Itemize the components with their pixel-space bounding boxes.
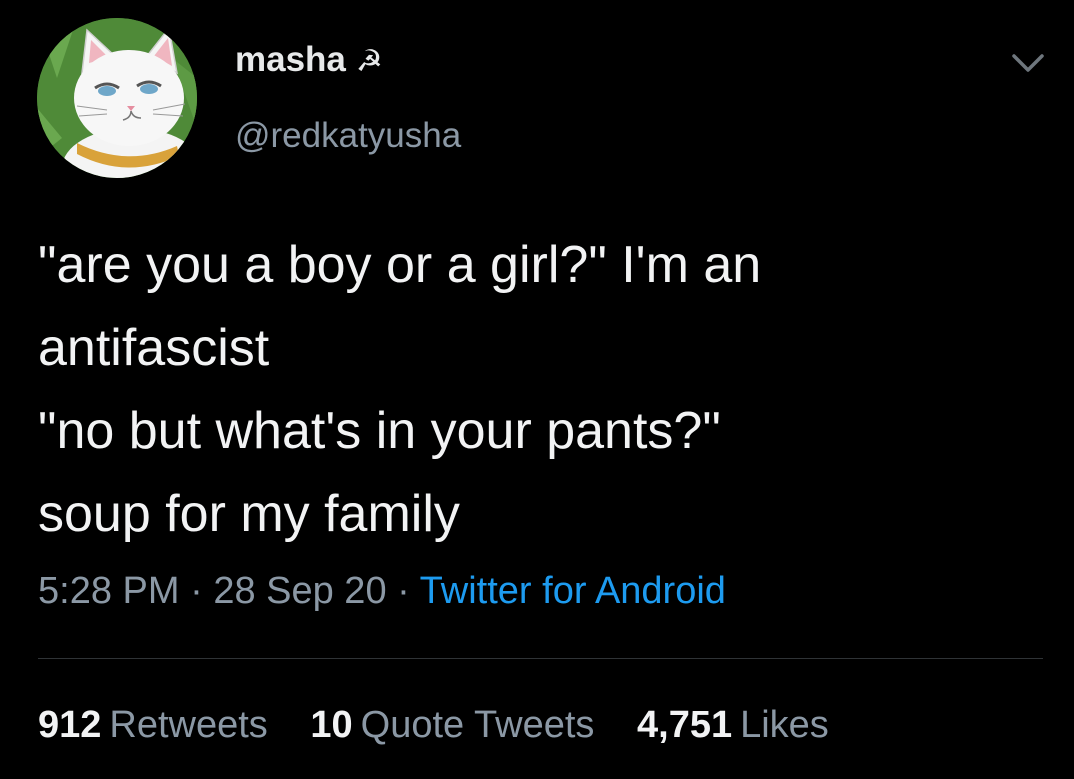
quotes-label: Quote Tweets [360,704,595,746]
user-handle[interactable]: @redkatyusha [235,116,461,156]
meta-separator: · [397,570,410,612]
likes-stat[interactable]: 4,751 Likes [637,704,829,746]
tweet-stats: 912 Retweets 10 Quote Tweets 4,751 Likes [38,704,861,747]
avatar[interactable] [37,18,197,178]
retweets-stat[interactable]: 912 Retweets [38,704,268,746]
tweet-line: antifascist [38,319,270,377]
meta-separator: · [190,570,203,612]
likes-count: 4,751 [637,704,733,746]
retweets-label: Retweets [109,704,268,746]
tweet-line: "are you a boy or a girl?" I'm an [38,236,762,294]
retweets-count: 912 [38,704,102,746]
display-name[interactable]: masha ☭ [235,40,383,80]
tweet: masha ☭ @redkatyusha "are you a boy or a … [0,0,1074,779]
white-cat-avatar-icon [37,18,197,178]
tweet-line: soup for my family [38,485,460,543]
tweet-date[interactable]: 28 Sep 20 [213,570,386,612]
likes-label: Likes [740,704,829,746]
display-name-text: masha [235,40,346,79]
quotes-count: 10 [310,704,353,746]
tweet-source-link[interactable]: Twitter for Android [420,570,726,612]
tweet-meta: 5:28 PM · 28 Sep 20 · Twitter for Androi… [38,570,726,613]
divider [38,658,1043,659]
hammer-sickle-icon: ☭ [355,45,383,78]
chevron-down-icon[interactable] [1008,48,1048,78]
quote-tweets-stat[interactable]: 10 Quote Tweets [310,704,594,746]
tweet-time[interactable]: 5:28 PM [38,570,180,612]
tweet-text: "are you a boy or a girl?" I'm an antifa… [38,224,1048,556]
tweet-line: "no but what's in your pants?" [38,402,721,460]
